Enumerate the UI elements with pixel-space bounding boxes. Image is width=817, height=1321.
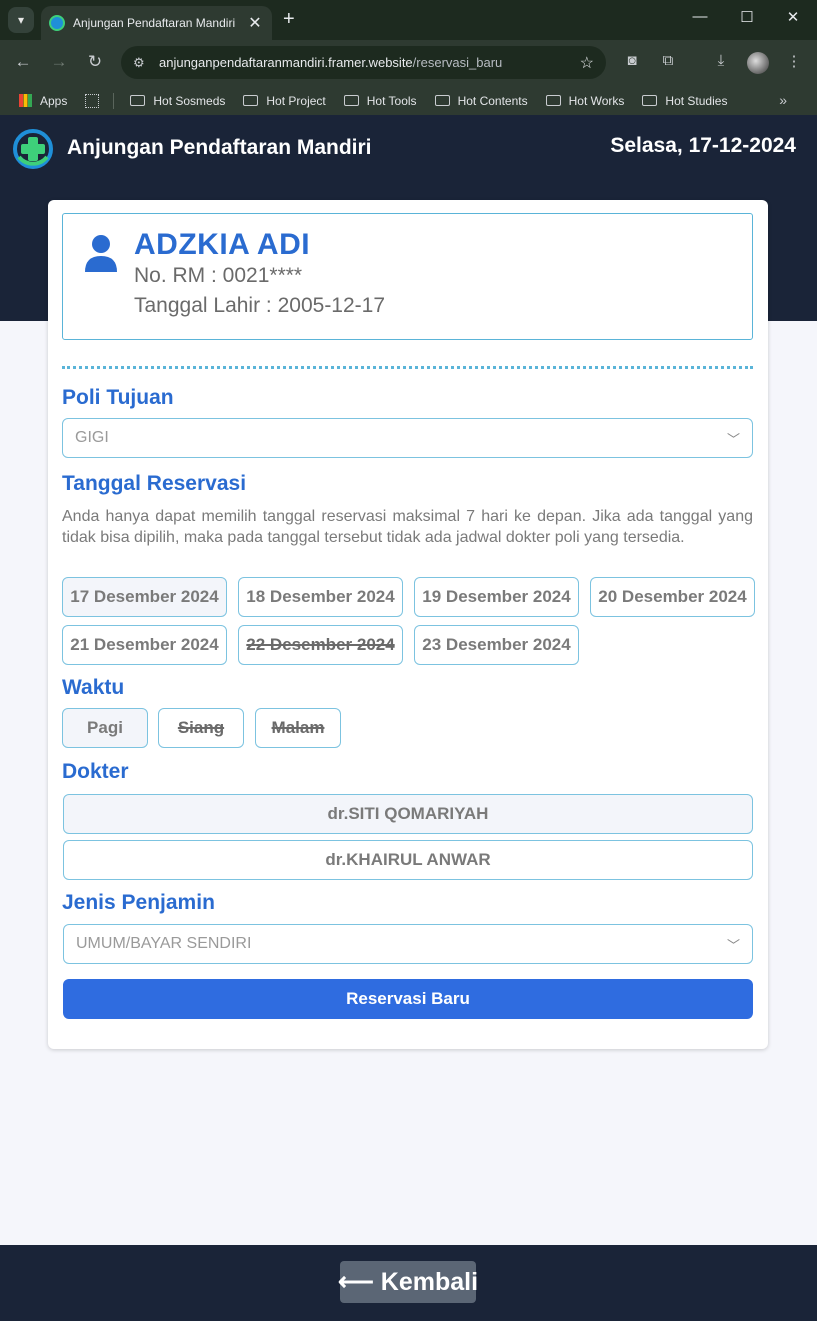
app-title: Anjungan Pendaftaran Mandiri bbox=[67, 136, 372, 159]
bookmark-label: Hot Studies bbox=[665, 93, 728, 108]
penjamin-label: Jenis Penjamin bbox=[62, 891, 215, 914]
patient-birth-date: Tanggal Lahir : 2005-12-17 bbox=[134, 294, 386, 317]
current-date: Selasa, 17-12-2024 bbox=[610, 134, 796, 157]
doctor-option-label: dr.KHAIRUL ANWAR bbox=[325, 850, 491, 869]
folder-icon bbox=[642, 95, 658, 106]
time-option-siang: Siang bbox=[158, 708, 244, 748]
date-option-label: 21 Desember 2024 bbox=[70, 635, 219, 654]
reservasi-baru-button[interactable]: Reservasi Baru bbox=[63, 979, 753, 1019]
download-icon[interactable]: ⤓ bbox=[709, 52, 733, 69]
menu-kebab-icon[interactable]: ⋮ bbox=[782, 52, 806, 70]
bookmark-star-icon[interactable]: ☆ bbox=[580, 53, 594, 73]
date-option-18[interactable]: 18 Desember 2024 bbox=[238, 577, 403, 617]
url-host: anjunganpendaftaranmandiri.framer.websit… bbox=[159, 55, 413, 70]
date-option-22: 22 Desember 2024 bbox=[238, 625, 403, 665]
url-path: /reservasi_baru bbox=[412, 55, 503, 70]
bookmark-label: Hot Tools bbox=[366, 93, 417, 108]
folder-icon bbox=[545, 95, 561, 106]
url-text: anjunganpendaftaranmandiri.framer.websit… bbox=[159, 55, 580, 70]
reservation-card: ADZKIA ADI No. RM : 0021**** Tanggal Lah… bbox=[48, 200, 768, 1049]
time-option-label: Pagi bbox=[87, 718, 123, 737]
bookmark-hot-sosmeds[interactable]: Hot Sosmeds bbox=[130, 94, 225, 108]
penjamin-select[interactable]: UMUM/BAYAR SENDIRI ﹀ bbox=[63, 924, 753, 964]
bookmark-hot-project[interactable]: Hot Project bbox=[243, 93, 326, 108]
chevron-down-icon: ﹀ bbox=[726, 937, 740, 953]
date-option-label: 19 Desember 2024 bbox=[422, 587, 571, 606]
new-tab-plus-icon[interactable]: + bbox=[283, 8, 295, 30]
date-option-20[interactable]: 20 Desember 2024 bbox=[590, 577, 755, 617]
kembali-button[interactable]: ⟵ Kembali bbox=[338, 1261, 478, 1303]
browser-tabbar: ▾ Anjungan Pendaftaran Mandiri ✕ + — ☐ ✕ bbox=[0, 0, 817, 40]
date-option-19[interactable]: 19 Desember 2024 bbox=[414, 577, 579, 617]
forward-arrow-icon[interactable]: → bbox=[48, 52, 70, 72]
bookmark-label: Apps bbox=[40, 93, 68, 108]
tab-title: Anjungan Pendaftaran Mandiri bbox=[73, 16, 236, 30]
tab-groups-icon[interactable] bbox=[85, 93, 100, 108]
date-option-23[interactable]: 23 Desember 2024 bbox=[414, 625, 579, 665]
poli-label: Poli Tujuan bbox=[62, 386, 174, 409]
chevron-down-icon: ﹀ bbox=[726, 431, 740, 447]
date-option-label: 17 Desember 2024 bbox=[70, 587, 219, 606]
folder-icon bbox=[343, 95, 359, 106]
dokter-label: Dokter bbox=[62, 760, 129, 783]
doctor-option-label: dr.SITI QOMARIYAH bbox=[327, 804, 489, 823]
bookmark-apps[interactable]: Apps bbox=[19, 94, 67, 108]
window-close-icon[interactable]: ✕ bbox=[773, 8, 813, 26]
patient-name: ADZKIA ADI bbox=[134, 228, 311, 261]
poli-select[interactable]: GIGI ﹀ bbox=[62, 418, 753, 458]
bookmark-hot-contents[interactable]: Hot Contents bbox=[434, 93, 528, 108]
tanggal-note: Anda hanya dapat memilih tanggal reserva… bbox=[62, 508, 753, 546]
bookmark-label: Hot Project bbox=[266, 93, 326, 108]
browser-tab-active[interactable]: Anjungan Pendaftaran Mandiri ✕ bbox=[41, 6, 272, 40]
date-option-label: 22 Desember 2024 bbox=[246, 635, 395, 654]
bookmark-label: Hot Contents bbox=[457, 93, 528, 108]
back-arrow-icon[interactable]: ← bbox=[12, 52, 34, 72]
window-maximize-icon[interactable]: ☐ bbox=[727, 8, 767, 26]
penjamin-select-value: UMUM/BAYAR SENDIRI bbox=[76, 935, 252, 952]
tab-close-icon[interactable]: ✕ bbox=[246, 13, 264, 33]
time-option-pagi[interactable]: Pagi bbox=[62, 708, 148, 748]
folder-icon bbox=[243, 95, 259, 106]
time-option-malam: Malam bbox=[255, 708, 341, 748]
folder-icon bbox=[434, 95, 450, 106]
doctor-option-khairul-anwar[interactable]: dr.KHAIRUL ANWAR bbox=[63, 840, 753, 880]
extensions-puzzle-icon[interactable]: ⧉ bbox=[656, 52, 680, 69]
doctor-option-siti-qomariyah[interactable]: dr.SITI QOMARIYAH bbox=[63, 794, 753, 834]
person-icon bbox=[85, 235, 117, 272]
browser-toolbar: ← → ↻ ⚙ anjunganpendaftaranmandiri.frame… bbox=[0, 40, 817, 86]
section-divider bbox=[62, 366, 753, 369]
apps-grid-icon bbox=[19, 94, 32, 107]
date-option-label: 20 Desember 2024 bbox=[598, 587, 747, 606]
site-settings-icon[interactable]: ⚙ bbox=[133, 55, 153, 71]
folder-icon bbox=[130, 95, 146, 106]
date-option-label: 18 Desember 2024 bbox=[246, 587, 395, 606]
bookmark-label: Hot Works bbox=[568, 93, 625, 108]
time-option-label: Malam bbox=[271, 718, 325, 737]
bookmark-label: Hot Sosmeds bbox=[153, 93, 226, 108]
tanggal-label: Tanggal Reservasi bbox=[62, 472, 247, 495]
medical-cross-logo-icon bbox=[13, 129, 53, 169]
date-option-21[interactable]: 21 Desember 2024 bbox=[62, 625, 227, 665]
bookmark-hot-works[interactable]: Hot Works bbox=[545, 93, 625, 108]
reload-icon[interactable]: ↻ bbox=[84, 52, 106, 72]
bookmark-separator bbox=[113, 92, 115, 109]
site-favicon-icon bbox=[49, 15, 65, 31]
patient-rm-number: No. RM : 0021**** bbox=[134, 264, 303, 287]
patient-info-box: ADZKIA ADI No. RM : 0021**** Tanggal Lah… bbox=[62, 213, 753, 340]
camera-icon[interactable]: ◙ bbox=[620, 52, 644, 69]
profile-avatar[interactable] bbox=[747, 52, 769, 74]
window-minimize-icon[interactable]: — bbox=[680, 8, 720, 25]
bookmarks-bar: Apps Hot Sosmeds Hot Project Hot Tools H… bbox=[0, 86, 817, 115]
app-footer: ⟵ Kembali bbox=[0, 1245, 817, 1321]
bookmark-hot-studies[interactable]: Hot Studies bbox=[642, 94, 727, 108]
date-option-17[interactable]: 17 Desember 2024 bbox=[62, 577, 227, 617]
date-option-label: 23 Desember 2024 bbox=[422, 635, 571, 654]
bookmarks-overflow-chevron-icon[interactable]: » bbox=[779, 92, 787, 108]
poli-select-value: GIGI bbox=[75, 429, 109, 446]
tab-search-chevron-icon[interactable]: ▾ bbox=[8, 7, 34, 33]
time-option-label: Siang bbox=[177, 718, 225, 737]
waktu-label: Waktu bbox=[62, 676, 125, 699]
address-bar[interactable]: ⚙ anjunganpendaftaranmandiri.framer.webs… bbox=[121, 46, 606, 79]
bookmark-hot-tools[interactable]: Hot Tools bbox=[343, 93, 417, 108]
